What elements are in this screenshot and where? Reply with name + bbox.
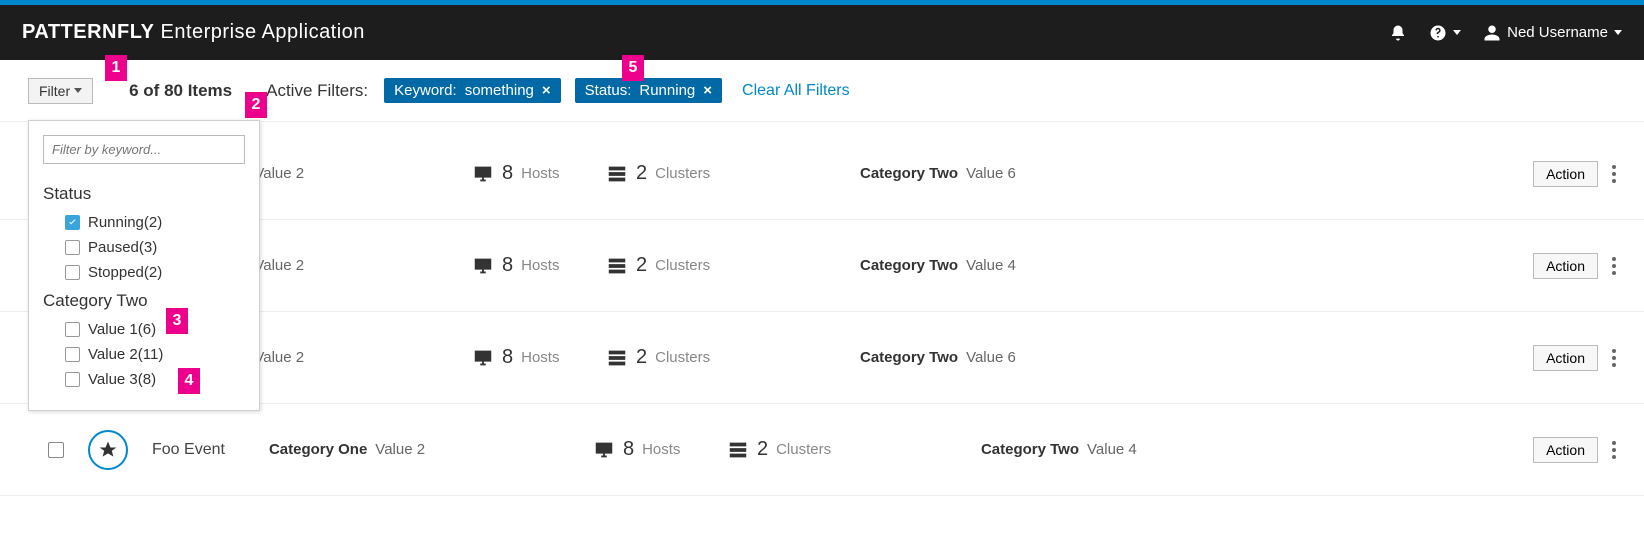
checkbox[interactable]	[65, 215, 80, 230]
cat2-key: Category Two	[860, 349, 958, 366]
hosts-label: Hosts	[521, 349, 559, 366]
cat2-key: Category Two	[860, 165, 958, 182]
cat2-value: Value 6	[966, 165, 1016, 182]
row-checkbox[interactable]	[48, 442, 64, 458]
filter-option-label: Value 2(11)	[88, 346, 163, 363]
filter-option-label: Paused(3)	[88, 239, 157, 256]
filter-panel: Status Running(2) Paused(3) Stopped(2) Categ…	[28, 120, 260, 411]
filter-option[interactable]: Value 3(8)	[43, 367, 245, 392]
filter-option-label: Value 3(8)	[88, 371, 156, 388]
filter-option[interactable]: Stopped(2)	[43, 260, 245, 285]
user-icon	[1483, 24, 1501, 42]
filter-group-title: Category Two	[43, 291, 245, 311]
kebab-menu[interactable]	[1608, 437, 1616, 463]
cluster-icon	[606, 255, 628, 277]
cluster-icon	[727, 439, 749, 461]
screen-icon	[472, 255, 494, 277]
cat2-value: Value 6	[966, 349, 1016, 366]
clusters-count: 2	[636, 346, 647, 369]
filter-option-label: Value 1(6)	[88, 321, 156, 338]
hosts-count: 8	[502, 254, 513, 277]
hosts-count: 8	[502, 346, 513, 369]
filter-option-label: Stopped(2)	[88, 264, 162, 281]
clusters-label: Clusters	[776, 441, 831, 458]
clusters-label: Clusters	[655, 257, 710, 274]
clusters-label: Clusters	[655, 165, 710, 182]
clear-all-filters-link[interactable]: Clear All Filters	[742, 82, 850, 100]
hosts-label: Hosts	[521, 257, 559, 274]
row-type-icon	[88, 430, 128, 470]
cluster-icon	[606, 163, 628, 185]
filter-chip: Keyword: something ×	[384, 78, 561, 103]
filter-option-label: Running(2)	[88, 214, 162, 231]
screen-icon	[593, 439, 615, 461]
filter-option[interactable]: Value 1(6)	[43, 317, 245, 342]
checkbox[interactable]	[65, 322, 80, 337]
row-action-button[interactable]: Action	[1533, 161, 1598, 187]
cat2-key: Category Two	[860, 257, 958, 274]
brand: PATTERNFLY Enterprise Application	[22, 21, 365, 44]
chip-key: Status:	[585, 82, 632, 99]
toolbar: Filter 6 of 80 Items Active Filters: Key…	[0, 60, 1644, 122]
kebab-menu[interactable]	[1608, 161, 1616, 187]
bell-icon	[1389, 24, 1407, 42]
list-item[interactable]: Foo Event Category One Value 2 8 Hosts 2 Clust…	[0, 404, 1644, 496]
user-name: Ned Username	[1507, 24, 1608, 41]
clusters-count: 2	[636, 254, 647, 277]
chevron-down-icon	[1614, 30, 1622, 35]
masthead: PATTERNFLY Enterprise Application Ned Us…	[0, 5, 1644, 60]
notifications-button[interactable]	[1389, 24, 1407, 42]
active-filters-label: Active Filters:	[266, 81, 368, 101]
brand-bold: PATTERNFLY	[22, 21, 154, 43]
filter-keyword-input[interactable]	[43, 135, 245, 164]
hosts-label: Hosts	[642, 441, 680, 458]
hosts-label: Hosts	[521, 165, 559, 182]
help-icon	[1429, 24, 1447, 42]
user-menu[interactable]: Ned Username	[1483, 24, 1622, 42]
filter-option[interactable]: Paused(3)	[43, 235, 245, 260]
checkbox[interactable]	[65, 347, 80, 362]
chip-value: Running	[639, 82, 695, 99]
screen-icon	[472, 347, 494, 369]
cat1-key: Category One	[269, 441, 367, 458]
kebab-menu[interactable]	[1608, 253, 1616, 279]
hosts-count: 8	[623, 438, 634, 461]
clusters-label: Clusters	[655, 349, 710, 366]
row-action-button[interactable]: Action	[1533, 253, 1598, 279]
cat2-value: Value 4	[1087, 441, 1137, 458]
help-menu[interactable]	[1429, 24, 1461, 42]
checkbox[interactable]	[65, 240, 80, 255]
cat2-value: Value 4	[966, 257, 1016, 274]
filter-option[interactable]: Running(2)	[43, 210, 245, 235]
filter-button-label: Filter	[39, 83, 70, 99]
hosts-count: 8	[502, 162, 513, 185]
kebab-menu[interactable]	[1608, 345, 1616, 371]
chevron-down-icon	[1453, 30, 1461, 35]
chip-key: Keyword:	[394, 82, 457, 99]
row-action-button[interactable]: Action	[1533, 345, 1598, 371]
screen-icon	[472, 163, 494, 185]
checkbox[interactable]	[65, 372, 80, 387]
clusters-count: 2	[757, 438, 768, 461]
filter-chip: Status: Running ×	[575, 78, 722, 103]
filter-option[interactable]: Value 2(11)	[43, 342, 245, 367]
result-count: 6 of 80 Items	[129, 81, 232, 101]
chip-remove-icon[interactable]: ×	[703, 82, 712, 99]
chip-value: something	[465, 82, 534, 99]
brand-light: Enterprise Application	[160, 21, 364, 43]
cat1-value: Value 2	[375, 441, 425, 458]
cat1-value: Value 2	[254, 165, 304, 182]
cat1-value: Value 2	[254, 349, 304, 366]
cat1-value: Value 2	[254, 257, 304, 274]
checkbox[interactable]	[65, 265, 80, 280]
clusters-count: 2	[636, 162, 647, 185]
chip-remove-icon[interactable]: ×	[542, 82, 551, 99]
row-action-button[interactable]: Action	[1533, 437, 1598, 463]
row-title: Foo Event	[152, 441, 225, 459]
cat2-key: Category Two	[981, 441, 1079, 458]
chevron-down-icon	[74, 88, 82, 93]
filter-dropdown-toggle[interactable]: Filter	[28, 78, 93, 104]
filter-group-title: Status	[43, 184, 245, 204]
cluster-icon	[606, 347, 628, 369]
